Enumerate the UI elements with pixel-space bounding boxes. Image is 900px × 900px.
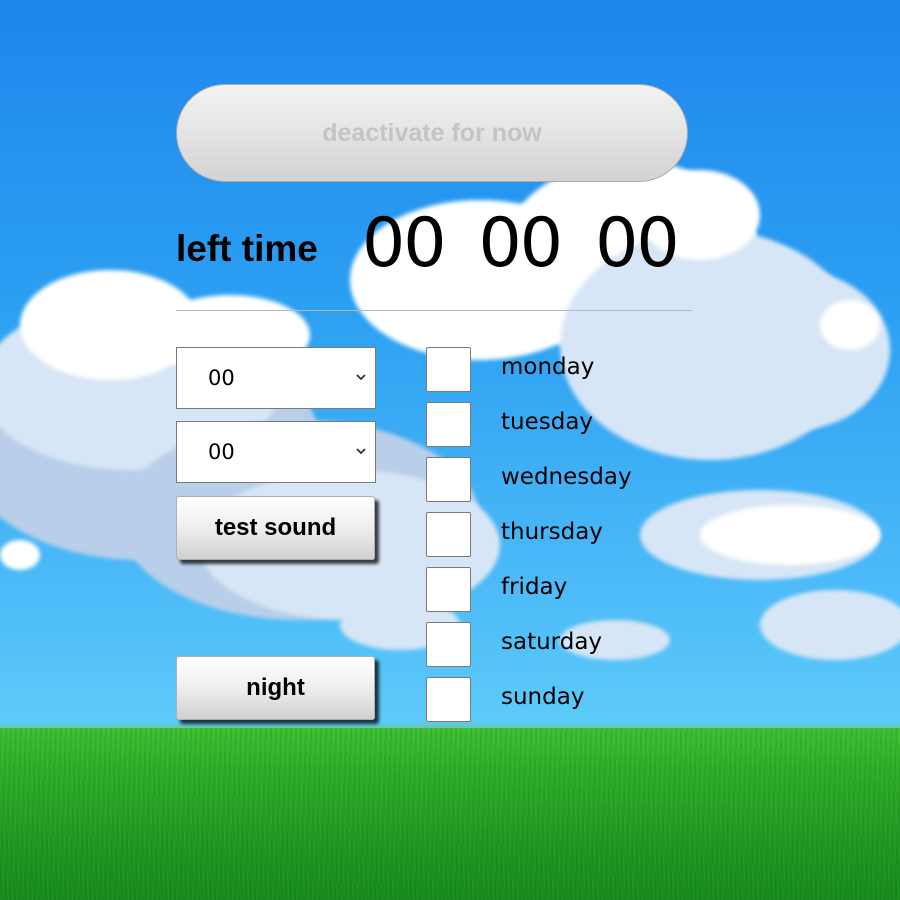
test-sound-button[interactable]: test sound: [176, 496, 375, 560]
day-label: saturday: [501, 628, 603, 655]
countdown-minutes: 00: [478, 204, 564, 283]
chevron-down-icon: [356, 448, 366, 455]
divider: [176, 310, 692, 311]
chevron-down-icon: [356, 374, 366, 381]
day-row-tuesday: tuesday: [426, 402, 593, 447]
day-label: friday: [501, 573, 568, 600]
tuesday-checkbox[interactable]: [426, 402, 471, 447]
day-label: monday: [501, 353, 595, 380]
day-label: tuesday: [501, 408, 594, 435]
left-time-label: left time: [176, 228, 318, 269]
sunday-checkbox[interactable]: [426, 677, 471, 722]
hour-select[interactable]: 00: [176, 347, 376, 409]
night-button[interactable]: night: [176, 656, 375, 720]
day-row-sunday: sunday: [426, 677, 584, 722]
friday-checkbox[interactable]: [426, 567, 471, 612]
minute-select[interactable]: 00: [176, 421, 376, 483]
day-row-friday: friday: [426, 567, 567, 612]
minute-select-value: 00: [208, 440, 235, 464]
grass-field: [0, 728, 900, 900]
hour-select-value: 00: [208, 366, 235, 390]
countdown-display: 00 00 00: [362, 204, 680, 283]
day-row-monday: monday: [426, 347, 594, 392]
countdown-seconds: 00: [595, 204, 680, 283]
day-row-wednesday: wednesday: [426, 457, 632, 502]
day-row-thursday: thursday: [426, 512, 603, 557]
day-label: sunday: [501, 683, 585, 710]
deactivate-for-now-button[interactable]: deactivate for now: [176, 84, 688, 182]
wednesday-checkbox[interactable]: [426, 457, 471, 502]
day-label: thursday: [501, 518, 603, 545]
thursday-checkbox[interactable]: [426, 512, 471, 557]
countdown-hours: 00: [362, 204, 447, 283]
day-label: wednesday: [501, 463, 632, 490]
monday-checkbox[interactable]: [426, 347, 471, 392]
day-row-saturday: saturday: [426, 622, 602, 667]
saturday-checkbox[interactable]: [426, 622, 471, 667]
